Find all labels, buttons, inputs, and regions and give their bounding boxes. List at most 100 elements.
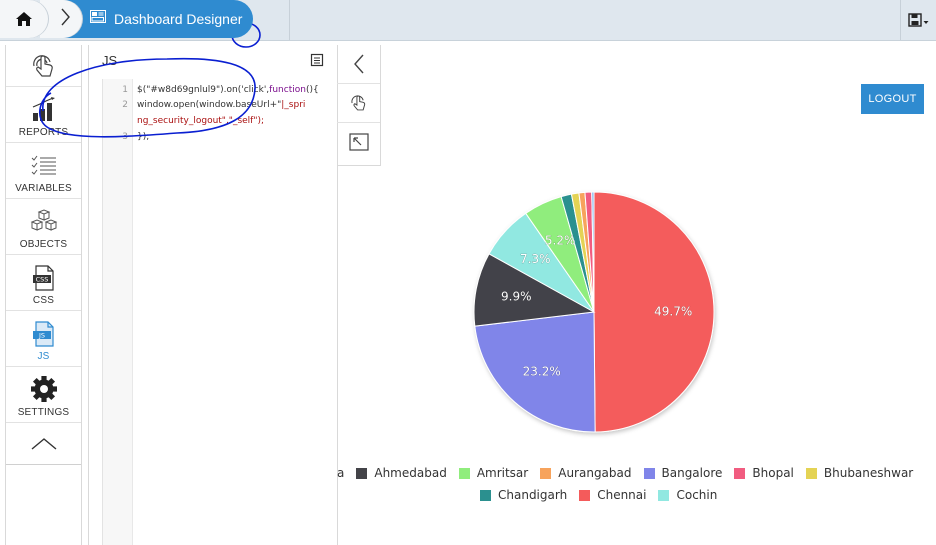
bar-chart-icon [32,97,55,121]
sidebar-item-reports[interactable]: REPORTS [6,87,81,143]
format-code-button[interactable] [308,51,326,69]
code-token: (){ [305,85,319,95]
legend-label: Ahmedabad [374,466,447,480]
legend-row: Chandigarh Chennai Cochin [480,487,729,503]
legend-item-bhopal[interactable]: Bhopal [734,466,794,480]
legend-label: Chandigarh [498,488,568,502]
sidebar-label-variables: VARIABLES [15,183,72,194]
sidebar-item-js[interactable]: JS JS [6,311,81,367]
code-line[interactable]: $("#w8d69gnlul9").on('click',function(){ [137,85,319,95]
logout-button[interactable]: LOGOUT [861,84,924,114]
code-string: ng_security_logout","_self"); [137,116,265,126]
sidebar-label-reports: REPORTS [18,127,69,138]
code-token: $("#w8d69gnlul9").on('click', [137,85,270,95]
legend-swatch [805,467,817,479]
pie-slice-bhopal[interactable] [584,191,595,313]
code-line-wrapped[interactable]: ng_security_logout","_self"); [137,116,264,126]
chevron-left-icon [353,54,364,74]
save-icon [908,13,929,27]
pie-slice-chennai[interactable] [593,191,715,433]
legend-label: a [337,466,345,480]
code-token: }); [137,132,150,142]
js-file-icon: JS [32,321,54,347]
pie-data-label: 5.2% [545,233,576,247]
code-line[interactable]: }); [137,132,149,142]
code-string: |_spri [281,100,306,110]
css-file-icon: CSS [32,265,54,291]
js-editor-panel: JS 1 2 3 $("#w8d69gnlul9").on('click',fu… [39,22,338,545]
sidebar-item-interaction[interactable] [6,45,81,87]
expand-tool-button[interactable] [337,123,380,161]
sidebar-label-settings: SETTINGS [17,407,70,418]
document-lines-icon [310,53,324,67]
chevron-up-icon [31,437,56,450]
legend-label: Bangalore [661,466,723,480]
pie-slice-bangalore[interactable] [474,311,596,433]
sidebar-collapse-button[interactable] [6,423,81,465]
code-keyword: function [269,85,306,95]
sidebar-item-objects[interactable]: OBJECTS [6,199,81,255]
sidebar-label-css: CSS [32,295,55,306]
chart-tool-strip [337,45,381,166]
page-title: Dashboard Designer [114,11,243,27]
legend-item-agra[interactable]: a [337,466,344,480]
touch-gesture-icon [350,95,365,111]
sidebar-item-settings[interactable]: SETTINGS [6,367,81,423]
legend-item-aurangabad[interactable]: Aurangabad [540,466,632,480]
legend-item-amritsar[interactable]: Amritsar [458,466,529,480]
svg-text:JS: JS [37,332,44,340]
legend-label: Chennai [597,488,647,502]
caret-down-icon [923,21,929,24]
svg-text:CSS: CSS [35,276,48,284]
pie-slice-chandigarh[interactable] [560,193,595,313]
legend-swatch [458,467,470,479]
legend-swatch [643,467,655,479]
sidebar-item-variables[interactable]: VARIABLES [6,143,81,199]
expand-icon [348,133,369,151]
legend-item-ahmedabad[interactable]: Ahmedabad [356,466,447,480]
pie-data-label: 9.9% [501,290,532,304]
pie-slice-aurangabad[interactable] [578,191,595,313]
legend-swatch [658,489,670,501]
js-panel-title: JS [102,53,118,68]
pie-data-label: 7.3% [520,252,551,266]
home-button[interactable] [0,0,48,38]
pie-slice-cochin[interactable] [488,212,595,313]
interaction-tool-button[interactable] [337,84,380,123]
code-line[interactable]: window.open(window.baseUrl+"|_spri [137,100,305,110]
pie-data-label: 23.2% [523,364,561,378]
legend-label: Amritsar [476,466,529,480]
pie-data-label: 49.7% [654,305,692,319]
line-number: 1 [122,85,128,95]
line-number-gutter: 1 2 3 [103,79,133,545]
legend-row: a Ahmedabad Amritsar Aurangabad Bangalore Bho… [337,465,925,481]
top-bar-divider [289,0,290,40]
pie-slice-ahmedabad[interactable] [473,253,596,327]
legend-label: Cochin [676,488,718,502]
pie-slice-bhubaneshwar[interactable] [570,192,595,313]
code-token: window.open(window.baseUrl+" [137,100,282,110]
legend-swatch [734,467,746,479]
sidebar-item-css[interactable]: CSS CSS [6,255,81,311]
cubes-icon [30,209,57,231]
legend-item-bhubaneshwar[interactable]: Bhubaneshwar [805,466,913,480]
legend-item-cochin[interactable]: Cochin [658,488,717,502]
home-icon [16,12,32,26]
save-menu-button[interactable] [900,0,936,40]
legend-swatch [579,489,591,501]
pie-slice-amritsar[interactable] [525,195,595,313]
legend-item-chennai[interactable]: Chennai [579,488,646,502]
top-bar: Dashboard Designer [0,0,936,41]
legend-label: Bhopal [752,466,794,480]
pie-data-labels: 49.7% 23.2% 9.9% 7.3% 5.2% [501,233,693,379]
legend-label: Aurangabad [558,466,632,480]
dashboard-designer-tab[interactable]: Dashboard Designer [60,0,253,38]
legend-swatch [480,489,491,501]
collapse-panel-button[interactable] [337,45,380,84]
code-editor[interactable]: 1 2 3 $("#w8d69gnlul9").on('click',funct… [39,22,329,545]
line-number: 3 [122,132,128,142]
pie-slice-agra[interactable] [591,191,595,313]
pie-slices [473,191,715,433]
legend-item-chandigarh[interactable]: Chandigarh [480,488,567,502]
legend-item-bangalore[interactable]: Bangalore [643,466,723,480]
